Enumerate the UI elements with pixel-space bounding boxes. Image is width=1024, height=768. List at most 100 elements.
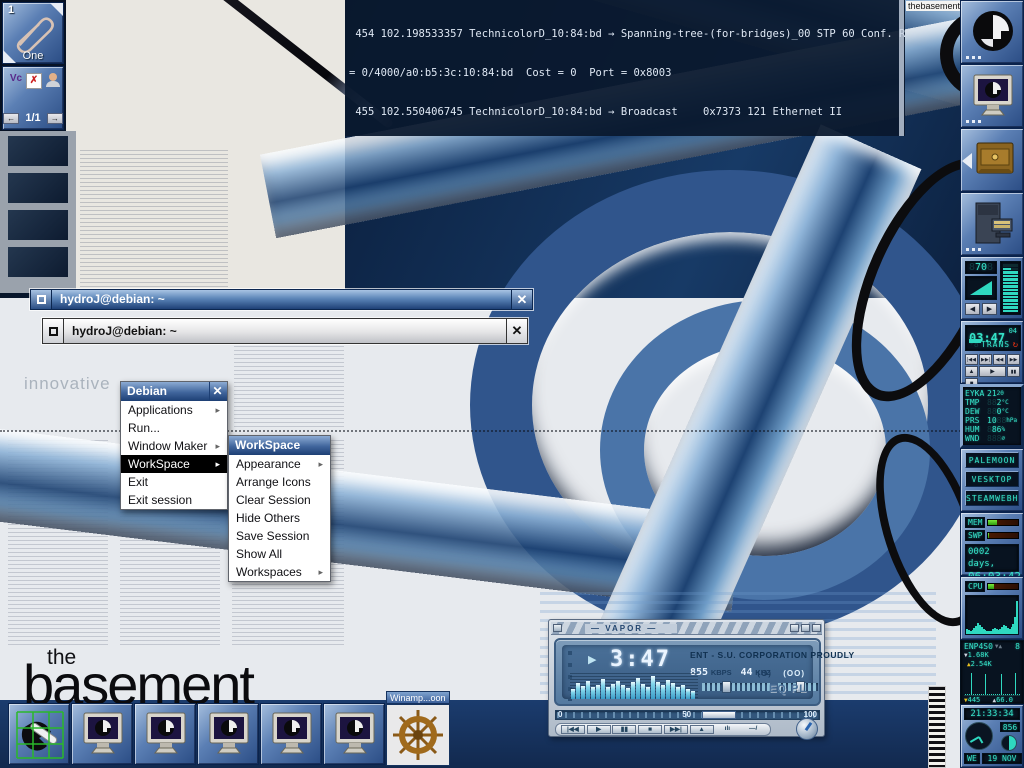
miniwindow-winamp-label[interactable]: Winamp...oon bbox=[386, 691, 450, 704]
winamp-display: ▶ 3:47 ENT - S.U. CORPORATION PROUDLY 85… bbox=[554, 638, 821, 706]
document-x-icon[interactable]: ✗ bbox=[26, 73, 42, 89]
winamp-close-button[interactable] bbox=[812, 624, 821, 632]
winamp-player[interactable]: — VAPOR — ▶ 3:47 ENT - S.U. CORPORATION … bbox=[548, 619, 825, 737]
dock-tile-drawer[interactable] bbox=[960, 128, 1024, 192]
workspace-submenu-titlebar[interactable]: WorkSpace bbox=[229, 436, 330, 455]
terminal-window[interactable]: 454 102.198533357 TechnicolorD_10:84:bd … bbox=[345, 0, 905, 136]
dock-tile-cdplayer[interactable]: 03:47 04 *8 TRANS ↻ |◀◀ ▶▶| ◀◀ ▶▶ ▲ ▶ ▮▮… bbox=[960, 320, 1024, 384]
menu-item-show-all[interactable]: Show All bbox=[229, 545, 330, 563]
winamp-track-title[interactable]: ENT - S.U. CORPORATION PROUDLY bbox=[690, 650, 822, 660]
cd-play-button[interactable]: ▶ bbox=[979, 366, 1006, 377]
menu-item-arrange-icons[interactable]: Arrange Icons bbox=[229, 473, 330, 491]
previous-button[interactable]: |◀◀ bbox=[561, 725, 585, 734]
menu-close-button[interactable]: ✕ bbox=[209, 382, 225, 401]
close-button[interactable]: ✕ bbox=[511, 290, 532, 309]
graph-bar bbox=[611, 684, 615, 699]
mixer-wedge-box[interactable] bbox=[965, 276, 997, 300]
dock-tile-memory[interactable]: MEM SWP 0002 days, 06:03:42 bbox=[960, 512, 1024, 576]
vu-segment bbox=[1003, 271, 1011, 274]
filing-cabinet-icon bbox=[970, 201, 1016, 247]
dock-tile-cpu[interactable]: CPU bbox=[960, 576, 1024, 640]
volume-slider[interactable] bbox=[702, 683, 770, 691]
menu-item-window-maker[interactable]: Window Maker▸ bbox=[121, 437, 227, 455]
dock-tile-mixer[interactable]: 8708 ◀ ▶ bbox=[960, 256, 1024, 320]
winamp-titlebar[interactable]: — VAPOR — bbox=[551, 622, 822, 635]
cd-seconds: 04 bbox=[1009, 327, 1017, 335]
play-button[interactable]: ▶ bbox=[587, 725, 611, 734]
dock-tile-terminal[interactable] bbox=[960, 64, 1024, 128]
cd-rew-button[interactable]: ◀◀ bbox=[993, 354, 1006, 365]
analog-clock bbox=[965, 722, 993, 750]
workspace-name: One bbox=[3, 50, 63, 62]
shuttle-knob[interactable] bbox=[796, 718, 818, 740]
graph-bar bbox=[661, 685, 665, 699]
vc-icon[interactable]: Vc bbox=[8, 73, 24, 89]
miniwindow-terminal-2[interactable] bbox=[134, 703, 196, 765]
launcher-palemoon[interactable]: PALEMOON bbox=[965, 452, 1019, 468]
menu-item-applications[interactable]: Applications▸ bbox=[121, 401, 227, 419]
graph-bar bbox=[991, 694, 992, 695]
eq-button[interactable]: EQ bbox=[769, 683, 787, 695]
cd-next-button[interactable]: ▶▶| bbox=[979, 354, 992, 365]
menu-item-save-session[interactable]: Save Session bbox=[229, 527, 330, 545]
menu-item-run[interactable]: Run... bbox=[121, 419, 227, 437]
miniwindow-tool[interactable] bbox=[8, 703, 70, 765]
eject-button[interactable]: ▲ bbox=[690, 725, 714, 734]
workspace-clip[interactable]: 1 One bbox=[2, 2, 64, 64]
mixer-next-button[interactable]: ▶ bbox=[982, 303, 997, 315]
menu-item-clear-session[interactable]: Clear Session bbox=[229, 491, 330, 509]
running-indicator-dots bbox=[966, 120, 969, 123]
menu-item-exit-session[interactable]: Exit session bbox=[121, 491, 227, 509]
cd-ffwd-button[interactable]: ▶▶ bbox=[1007, 354, 1020, 365]
winamp-menu-button[interactable] bbox=[553, 624, 562, 632]
miniwindow-terminal-1[interactable] bbox=[71, 703, 133, 765]
pager-prev-button[interactable]: ← bbox=[3, 113, 19, 124]
drawer-arrow-icon[interactable] bbox=[962, 153, 972, 169]
graph-bar bbox=[621, 685, 625, 699]
cpu-graph bbox=[965, 595, 1019, 635]
winamp-shade-button[interactable] bbox=[801, 624, 810, 632]
winamp-minimize-button[interactable] bbox=[790, 624, 799, 632]
terminal-scrollbar[interactable] bbox=[899, 0, 904, 136]
dock-tile-weather[interactable]: EYKA2120 TMP882°C DEW880°C PRS1088hPa HU… bbox=[960, 384, 1024, 448]
seek-label-mid: 50 bbox=[682, 710, 691, 719]
miniaturize-button[interactable] bbox=[31, 290, 52, 309]
playlist-button[interactable]: PL bbox=[791, 683, 807, 695]
pager-dockapp[interactable]: Vc ✗ ← 1/1 → bbox=[2, 66, 64, 130]
stop-button[interactable]: ■ bbox=[638, 725, 662, 734]
miniwindow-terminal-3[interactable] bbox=[197, 703, 259, 765]
pause-button[interactable]: ▮▮ bbox=[612, 725, 636, 734]
cd-pause-button[interactable]: ▮▮ bbox=[1007, 366, 1020, 377]
titlebar-unfocused[interactable]: hydroJ@debian: ~ ✕ bbox=[42, 318, 528, 344]
miniwindow-winamp[interactable] bbox=[386, 704, 450, 766]
cd-eject-button[interactable]: ▲ bbox=[965, 366, 978, 377]
user-icon[interactable] bbox=[45, 73, 61, 89]
titlebar-focused[interactable]: hydroJ@debian: ~ ✕ bbox=[30, 289, 533, 310]
graph-bar bbox=[975, 694, 976, 695]
fade-icon[interactable]: —/ bbox=[741, 725, 765, 734]
menu-item-hide-others[interactable]: Hide Others bbox=[229, 509, 330, 527]
next-button[interactable]: ▶▶| bbox=[664, 725, 688, 734]
mixer-prev-button[interactable]: ◀ bbox=[965, 303, 980, 315]
launcher-vesktop[interactable]: VESKTOP bbox=[965, 471, 1019, 487]
launcher-steamwebhelper[interactable]: STEAMWEBH bbox=[965, 490, 1019, 506]
menu-item-workspaces[interactable]: Workspaces▸ bbox=[229, 563, 330, 581]
menu-item-exit[interactable]: Exit bbox=[121, 473, 227, 491]
volume-thumb[interactable] bbox=[722, 681, 731, 693]
dock-tile-network[interactable]: ENP4S0 ▼ ▲ 8 ▼1.68K ▲2.54K ▼445 ▲66.0 bbox=[960, 640, 1024, 704]
dock-tile-filemanager[interactable] bbox=[960, 192, 1024, 256]
menu-item-workspace[interactable]: WorkSpace▸ bbox=[121, 455, 227, 473]
cd-prev-button[interactable]: |◀◀ bbox=[965, 354, 978, 365]
miniwindow-terminal-4[interactable] bbox=[260, 703, 322, 765]
seek-thumb[interactable] bbox=[702, 711, 736, 719]
close-button[interactable]: ✕ bbox=[506, 319, 527, 343]
miniaturize-button[interactable] bbox=[43, 319, 64, 343]
root-menu-titlebar[interactable]: Debian ✕ bbox=[121, 382, 227, 401]
pager-next-button[interactable]: → bbox=[47, 113, 63, 124]
dock-tile-wmaker[interactable] bbox=[960, 0, 1024, 64]
vis-mode-icon[interactable]: ılı bbox=[715, 725, 739, 734]
miniwindow-terminal-5[interactable] bbox=[323, 703, 385, 765]
dock-tile-clock[interactable]: 21:33:34 856 WE 19 NOV bbox=[960, 704, 1024, 768]
menu-item-appearance[interactable]: Appearance▸ bbox=[229, 455, 330, 473]
seek-bar[interactable]: 0 50 100 bbox=[555, 710, 820, 720]
